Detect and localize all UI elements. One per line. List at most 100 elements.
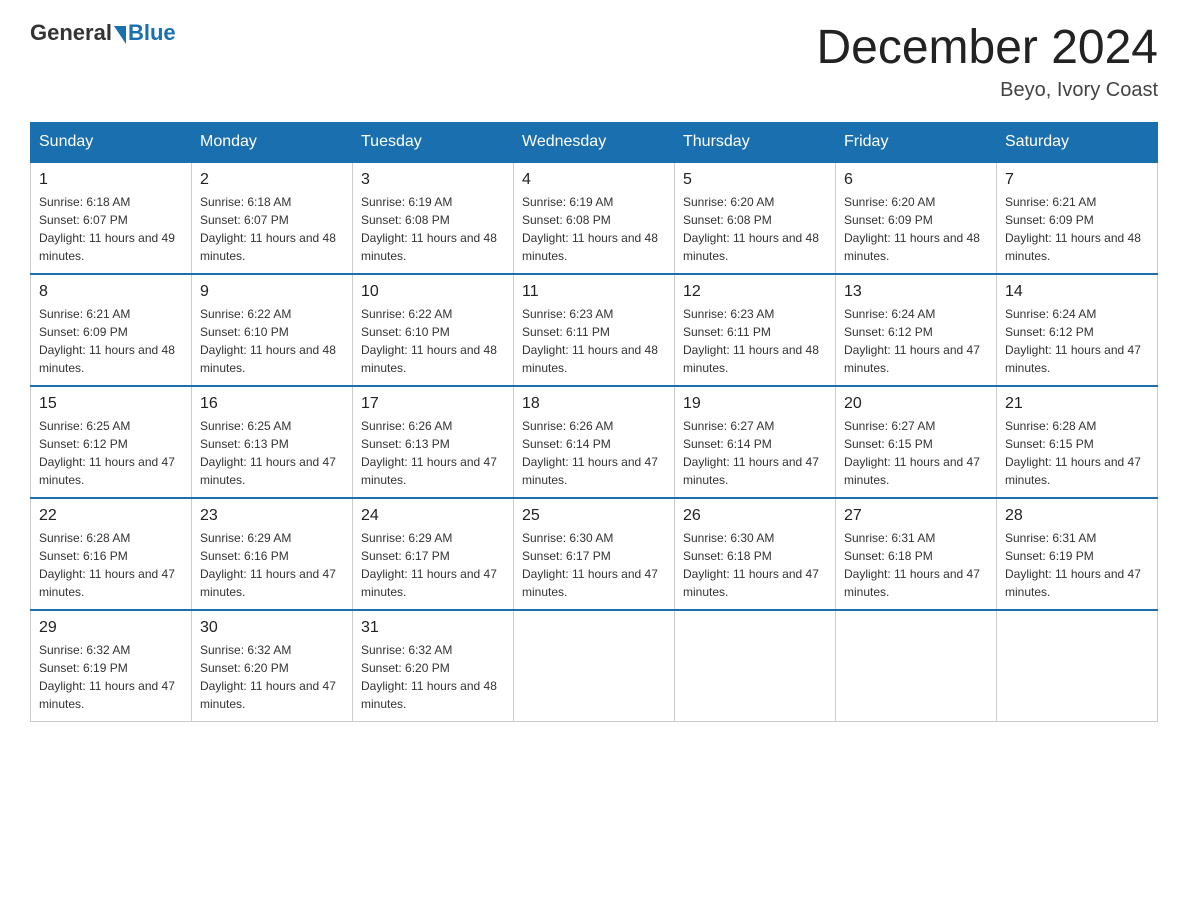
month-title: December 2024 <box>816 20 1158 75</box>
day-number: 6 <box>844 171 988 189</box>
calendar-cell: 30 Sunrise: 6:32 AMSunset: 6:20 PMDayligh… <box>192 610 353 722</box>
logo-blue-text: Blue <box>128 20 176 46</box>
day-info: Sunrise: 6:23 AMSunset: 6:11 PMDaylight:… <box>522 305 666 377</box>
day-number: 31 <box>361 619 505 637</box>
day-number: 7 <box>1005 171 1149 189</box>
calendar-cell <box>997 610 1158 722</box>
day-number: 13 <box>844 283 988 301</box>
day-number: 27 <box>844 507 988 525</box>
day-number: 5 <box>683 171 827 189</box>
location-text: Beyo, Ivory Coast <box>816 79 1158 102</box>
calendar-cell: 9 Sunrise: 6:22 AMSunset: 6:10 PMDaylight… <box>192 274 353 386</box>
day-info: Sunrise: 6:18 AMSunset: 6:07 PMDaylight:… <box>200 193 344 265</box>
calendar-header-saturday: Saturday <box>997 123 1158 163</box>
calendar-cell: 18 Sunrise: 6:26 AMSunset: 6:14 PMDayligh… <box>514 386 675 498</box>
day-info: Sunrise: 6:26 AMSunset: 6:13 PMDaylight:… <box>361 417 505 489</box>
calendar-cell: 8 Sunrise: 6:21 AMSunset: 6:09 PMDaylight… <box>31 274 192 386</box>
calendar-cell: 27 Sunrise: 6:31 AMSunset: 6:18 PMDayligh… <box>836 498 997 610</box>
day-number: 29 <box>39 619 183 637</box>
day-number: 19 <box>683 395 827 413</box>
day-number: 14 <box>1005 283 1149 301</box>
calendar-week-row-5: 29Sunrise: 6:32 AMSunset: 6:19 PMDayligh… <box>31 610 1158 722</box>
day-info: Sunrise: 6:29 AMSunset: 6:17 PMDaylight:… <box>361 529 505 601</box>
calendar-cell: 12Sunrise: 6:23 AMSunset: 6:11 PMDayligh… <box>675 274 836 386</box>
calendar-cell: 13 Sunrise: 6:24 AMSunset: 6:12 PMDayligh… <box>836 274 997 386</box>
page-header: General Blue December 2024 Beyo, Ivory C… <box>30 20 1158 102</box>
calendar-cell: 4Sunrise: 6:19 AMSunset: 6:08 PMDaylight… <box>514 162 675 274</box>
day-info: Sunrise: 6:27 AMSunset: 6:15 PMDaylight:… <box>844 417 988 489</box>
day-number: 25 <box>522 507 666 525</box>
calendar-header-thursday: Thursday <box>675 123 836 163</box>
calendar-cell <box>514 610 675 722</box>
calendar-cell: 24 Sunrise: 6:29 AMSunset: 6:17 PMDayligh… <box>353 498 514 610</box>
calendar-cell: 26 Sunrise: 6:30 AMSunset: 6:18 PMDayligh… <box>675 498 836 610</box>
day-info: Sunrise: 6:24 AMSunset: 6:12 PMDaylight:… <box>1005 305 1149 377</box>
calendar-cell: 21 Sunrise: 6:28 AMSunset: 6:15 PMDayligh… <box>997 386 1158 498</box>
day-number: 23 <box>200 507 344 525</box>
calendar-header-monday: Monday <box>192 123 353 163</box>
day-number: 26 <box>683 507 827 525</box>
calendar-cell: 31 Sunrise: 6:32 AMSunset: 6:20 PMDayligh… <box>353 610 514 722</box>
day-number: 12 <box>683 283 827 301</box>
day-info: Sunrise: 6:30 AMSunset: 6:18 PMDaylight:… <box>683 529 827 601</box>
day-number: 4 <box>522 171 666 189</box>
day-number: 8 <box>39 283 183 301</box>
calendar-cell: 7 Sunrise: 6:21 AMSunset: 6:09 PMDaylight… <box>997 162 1158 274</box>
calendar-week-row-4: 22Sunrise: 6:28 AMSunset: 6:16 PMDayligh… <box>31 498 1158 610</box>
calendar-header-row: SundayMondayTuesdayWednesdayThursdayFrid… <box>31 123 1158 163</box>
day-number: 22 <box>39 507 183 525</box>
day-number: 11 <box>522 283 666 301</box>
calendar-cell: 19 Sunrise: 6:27 AMSunset: 6:14 PMDayligh… <box>675 386 836 498</box>
day-info: Sunrise: 6:32 AMSunset: 6:20 PMDaylight:… <box>361 641 505 713</box>
calendar-cell: 11 Sunrise: 6:23 AMSunset: 6:11 PMDayligh… <box>514 274 675 386</box>
calendar-header-sunday: Sunday <box>31 123 192 163</box>
day-number: 18 <box>522 395 666 413</box>
day-info: Sunrise: 6:22 AMSunset: 6:10 PMDaylight:… <box>361 305 505 377</box>
day-info: Sunrise: 6:31 AMSunset: 6:19 PMDaylight:… <box>1005 529 1149 601</box>
day-number: 10 <box>361 283 505 301</box>
day-info: Sunrise: 6:22 AMSunset: 6:10 PMDaylight:… <box>200 305 344 377</box>
day-number: 21 <box>1005 395 1149 413</box>
calendar-cell: 28Sunrise: 6:31 AMSunset: 6:19 PMDayligh… <box>997 498 1158 610</box>
calendar-header-wednesday: Wednesday <box>514 123 675 163</box>
day-number: 30 <box>200 619 344 637</box>
calendar-cell <box>675 610 836 722</box>
calendar-cell: 20 Sunrise: 6:27 AMSunset: 6:15 PMDayligh… <box>836 386 997 498</box>
day-number: 20 <box>844 395 988 413</box>
day-info: Sunrise: 6:26 AMSunset: 6:14 PMDaylight:… <box>522 417 666 489</box>
day-number: 1 <box>39 171 183 189</box>
calendar-cell: 16 Sunrise: 6:25 AMSunset: 6:13 PMDayligh… <box>192 386 353 498</box>
day-info: Sunrise: 6:32 AMSunset: 6:20 PMDaylight:… <box>200 641 344 713</box>
day-number: 9 <box>200 283 344 301</box>
calendar-cell: 23 Sunrise: 6:29 AMSunset: 6:16 PMDayligh… <box>192 498 353 610</box>
day-number: 16 <box>200 395 344 413</box>
day-info: Sunrise: 6:25 AMSunset: 6:12 PMDaylight:… <box>39 417 183 489</box>
day-info: Sunrise: 6:24 AMSunset: 6:12 PMDaylight:… <box>844 305 988 377</box>
calendar-cell: 6Sunrise: 6:20 AMSunset: 6:09 PMDaylight… <box>836 162 997 274</box>
calendar-header-friday: Friday <box>836 123 997 163</box>
calendar-table: SundayMondayTuesdayWednesdayThursdayFrid… <box>30 122 1158 722</box>
day-info: Sunrise: 6:30 AMSunset: 6:17 PMDaylight:… <box>522 529 666 601</box>
day-info: Sunrise: 6:27 AMSunset: 6:14 PMDaylight:… <box>683 417 827 489</box>
calendar-week-row-1: 1 Sunrise: 6:18 AMSunset: 6:07 PMDaylight… <box>31 162 1158 274</box>
day-info: Sunrise: 6:20 AMSunset: 6:08 PMDaylight:… <box>683 193 827 265</box>
day-info: Sunrise: 6:21 AMSunset: 6:09 PMDaylight:… <box>39 305 183 377</box>
logo-arrow-icon <box>114 26 126 44</box>
calendar-cell: 10 Sunrise: 6:22 AMSunset: 6:10 PMDayligh… <box>353 274 514 386</box>
calendar-cell: 14 Sunrise: 6:24 AMSunset: 6:12 PMDayligh… <box>997 274 1158 386</box>
logo-general-text: General <box>30 20 112 46</box>
calendar-cell: 2Sunrise: 6:18 AMSunset: 6:07 PMDaylight… <box>192 162 353 274</box>
day-info: Sunrise: 6:18 AMSunset: 6:07 PMDaylight:… <box>39 193 183 265</box>
day-info: Sunrise: 6:25 AMSunset: 6:13 PMDaylight:… <box>200 417 344 489</box>
day-info: Sunrise: 6:29 AMSunset: 6:16 PMDaylight:… <box>200 529 344 601</box>
day-number: 24 <box>361 507 505 525</box>
day-info: Sunrise: 6:28 AMSunset: 6:15 PMDaylight:… <box>1005 417 1149 489</box>
logo: General Blue <box>30 20 176 46</box>
day-info: Sunrise: 6:31 AMSunset: 6:18 PMDaylight:… <box>844 529 988 601</box>
calendar-cell: 3Sunrise: 6:19 AMSunset: 6:08 PMDaylight… <box>353 162 514 274</box>
calendar-week-row-2: 8 Sunrise: 6:21 AMSunset: 6:09 PMDaylight… <box>31 274 1158 386</box>
calendar-cell: 29Sunrise: 6:32 AMSunset: 6:19 PMDayligh… <box>31 610 192 722</box>
day-info: Sunrise: 6:21 AMSunset: 6:09 PMDaylight:… <box>1005 193 1149 265</box>
day-info: Sunrise: 6:19 AMSunset: 6:08 PMDaylight:… <box>361 193 505 265</box>
calendar-cell <box>836 610 997 722</box>
